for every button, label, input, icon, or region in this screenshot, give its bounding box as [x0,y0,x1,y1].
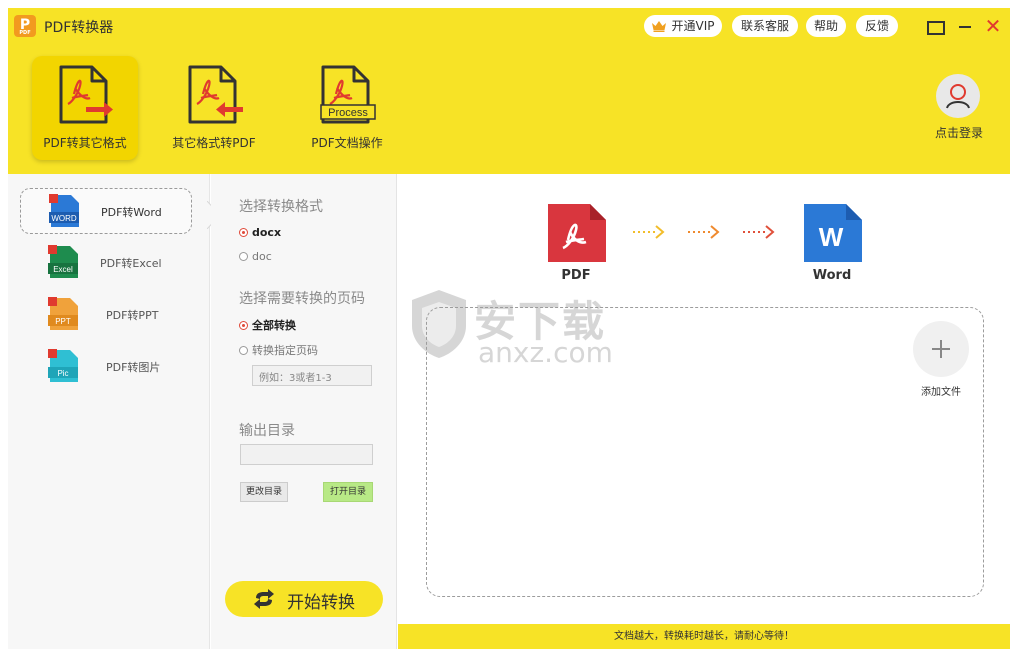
add-file-button[interactable]: 添加文件 [909,321,973,401]
ppt-icon-text: PPT [55,317,71,326]
radio-docx[interactable]: docx [239,226,281,239]
title-bar: P PDF PDF转换器 开通VIP 联系客服 帮助 反馈 ✕ [8,8,1010,46]
flow-arrow-icon [688,225,720,239]
vip-label: 开通VIP [671,19,715,33]
radio-specific-pages[interactable]: 转换指定页码 [239,342,318,358]
crown-icon [652,21,666,32]
minimize-icon[interactable] [956,16,978,38]
tool-label: 其它格式转PDF [172,136,256,150]
login-button[interactable]: 点击登录 [924,74,994,144]
app-title: PDF转换器 [44,20,114,36]
ppt-file-icon: PPT [48,297,78,330]
radio-label: docx [252,226,282,239]
start-convert-button[interactable]: 开始转换 [225,581,383,617]
word-file-icon: WORD [49,194,79,227]
tool-pdf-operations[interactable]: Process PDF文档操作 [294,56,400,160]
maximize-icon[interactable] [924,16,946,38]
file-drop-zone[interactable]: 添加文件 [426,307,984,597]
tool-label: PDF文档操作 [311,136,383,150]
radio-all-pages[interactable]: 全部转换 [239,317,296,333]
radio-dot [239,346,248,355]
radio-dot [239,228,248,237]
main-toolbar: PDF转其它格式 其它格式转PDF Process PDF文档操作 点击登录 [8,46,1010,174]
pdf-export-icon [59,65,113,124]
main-panel: PDF W Word 安下载 anxz.com 添加文件 文档越大，转换耗时越长… [398,174,1010,649]
format-item-ppt[interactable]: PPT PDF转PPT [20,292,192,338]
word-big-letter: W [819,222,844,252]
radio-dot [239,321,248,330]
word-icon-text: WORD [51,214,77,223]
output-dir-field[interactable] [240,444,373,465]
close-icon[interactable]: ✕ [982,16,1004,38]
tool-label: PDF转其它格式 [43,136,127,150]
flow-arrow-icon [633,225,665,239]
radio-label: 全部转换 [252,319,296,332]
help-button[interactable]: 帮助 [806,15,846,37]
radio-doc[interactable]: doc [239,250,272,263]
login-label: 点击登录 [934,126,983,140]
format-label: PDF转Excel [100,257,162,270]
user-avatar-icon [936,74,980,118]
app-logo-sub: PDF [19,30,31,36]
format-list: WORD PDF转Word Excel PDF转Excel PPT PDF转PP… [8,174,210,649]
output-section-title: 输出目录 [239,423,295,439]
feedback-button[interactable]: 反馈 [856,15,898,37]
plus-icon [913,321,969,377]
format-item-word[interactable]: WORD PDF转Word [20,188,192,234]
format-section-title: 选择转换格式 [239,199,323,215]
process-icon-text: Process [328,107,368,119]
pdf-import-icon [188,65,243,124]
excel-file-icon: Excel [48,245,78,278]
format-label: PDF转Word [101,206,162,219]
status-bar: 文档越大，转换耗时越长，请耐心等待！ [398,624,1010,649]
radio-label: doc [252,250,272,263]
flow-arrow-icon [743,225,775,239]
word-big-icon: W [804,204,862,262]
add-file-label: 添加文件 [921,387,961,398]
app-window: P PDF PDF转换器 开通VIP 联系客服 帮助 反馈 ✕ PDF转其它格式… [8,8,1010,649]
format-label: PDF转PPT [106,309,159,322]
format-item-excel[interactable]: Excel PDF转Excel [20,240,192,286]
change-dir-button[interactable]: 更改目录 [240,482,288,502]
radio-dot [239,252,248,261]
vip-button[interactable]: 开通VIP [644,15,722,37]
options-panel: 选择转换格式 docx doc 选择需要转换的页码 全部转换 转换指定页码 例如… [211,174,397,649]
from-format-label: PDF [561,268,591,283]
to-format-label: Word [812,268,852,283]
contact-service-button[interactable]: 联系客服 [732,15,798,37]
format-label: PDF转图片 [106,361,161,374]
pages-section-title: 选择需要转换的页码 [239,291,365,307]
pdf-big-icon [548,204,606,262]
image-icon-text: Pic [57,369,68,378]
convert-arrows-icon [254,589,274,609]
tool-pdf-to-other[interactable]: PDF转其它格式 [32,56,138,160]
format-item-image[interactable]: Pic PDF转图片 [20,344,192,390]
pdf-process-icon: Process [320,65,376,124]
radio-label: 转换指定页码 [252,344,318,357]
start-convert-label: 开始转换 [287,593,355,613]
open-dir-button[interactable]: 打开目录 [323,482,373,502]
excel-icon-text: Excel [53,265,73,274]
tool-other-to-pdf[interactable]: 其它格式转PDF [161,56,267,160]
page-range-input[interactable]: 例如：3或者1-3 [252,365,372,386]
image-file-icon: Pic [48,349,78,382]
app-logo-icon: P PDF [14,15,36,37]
